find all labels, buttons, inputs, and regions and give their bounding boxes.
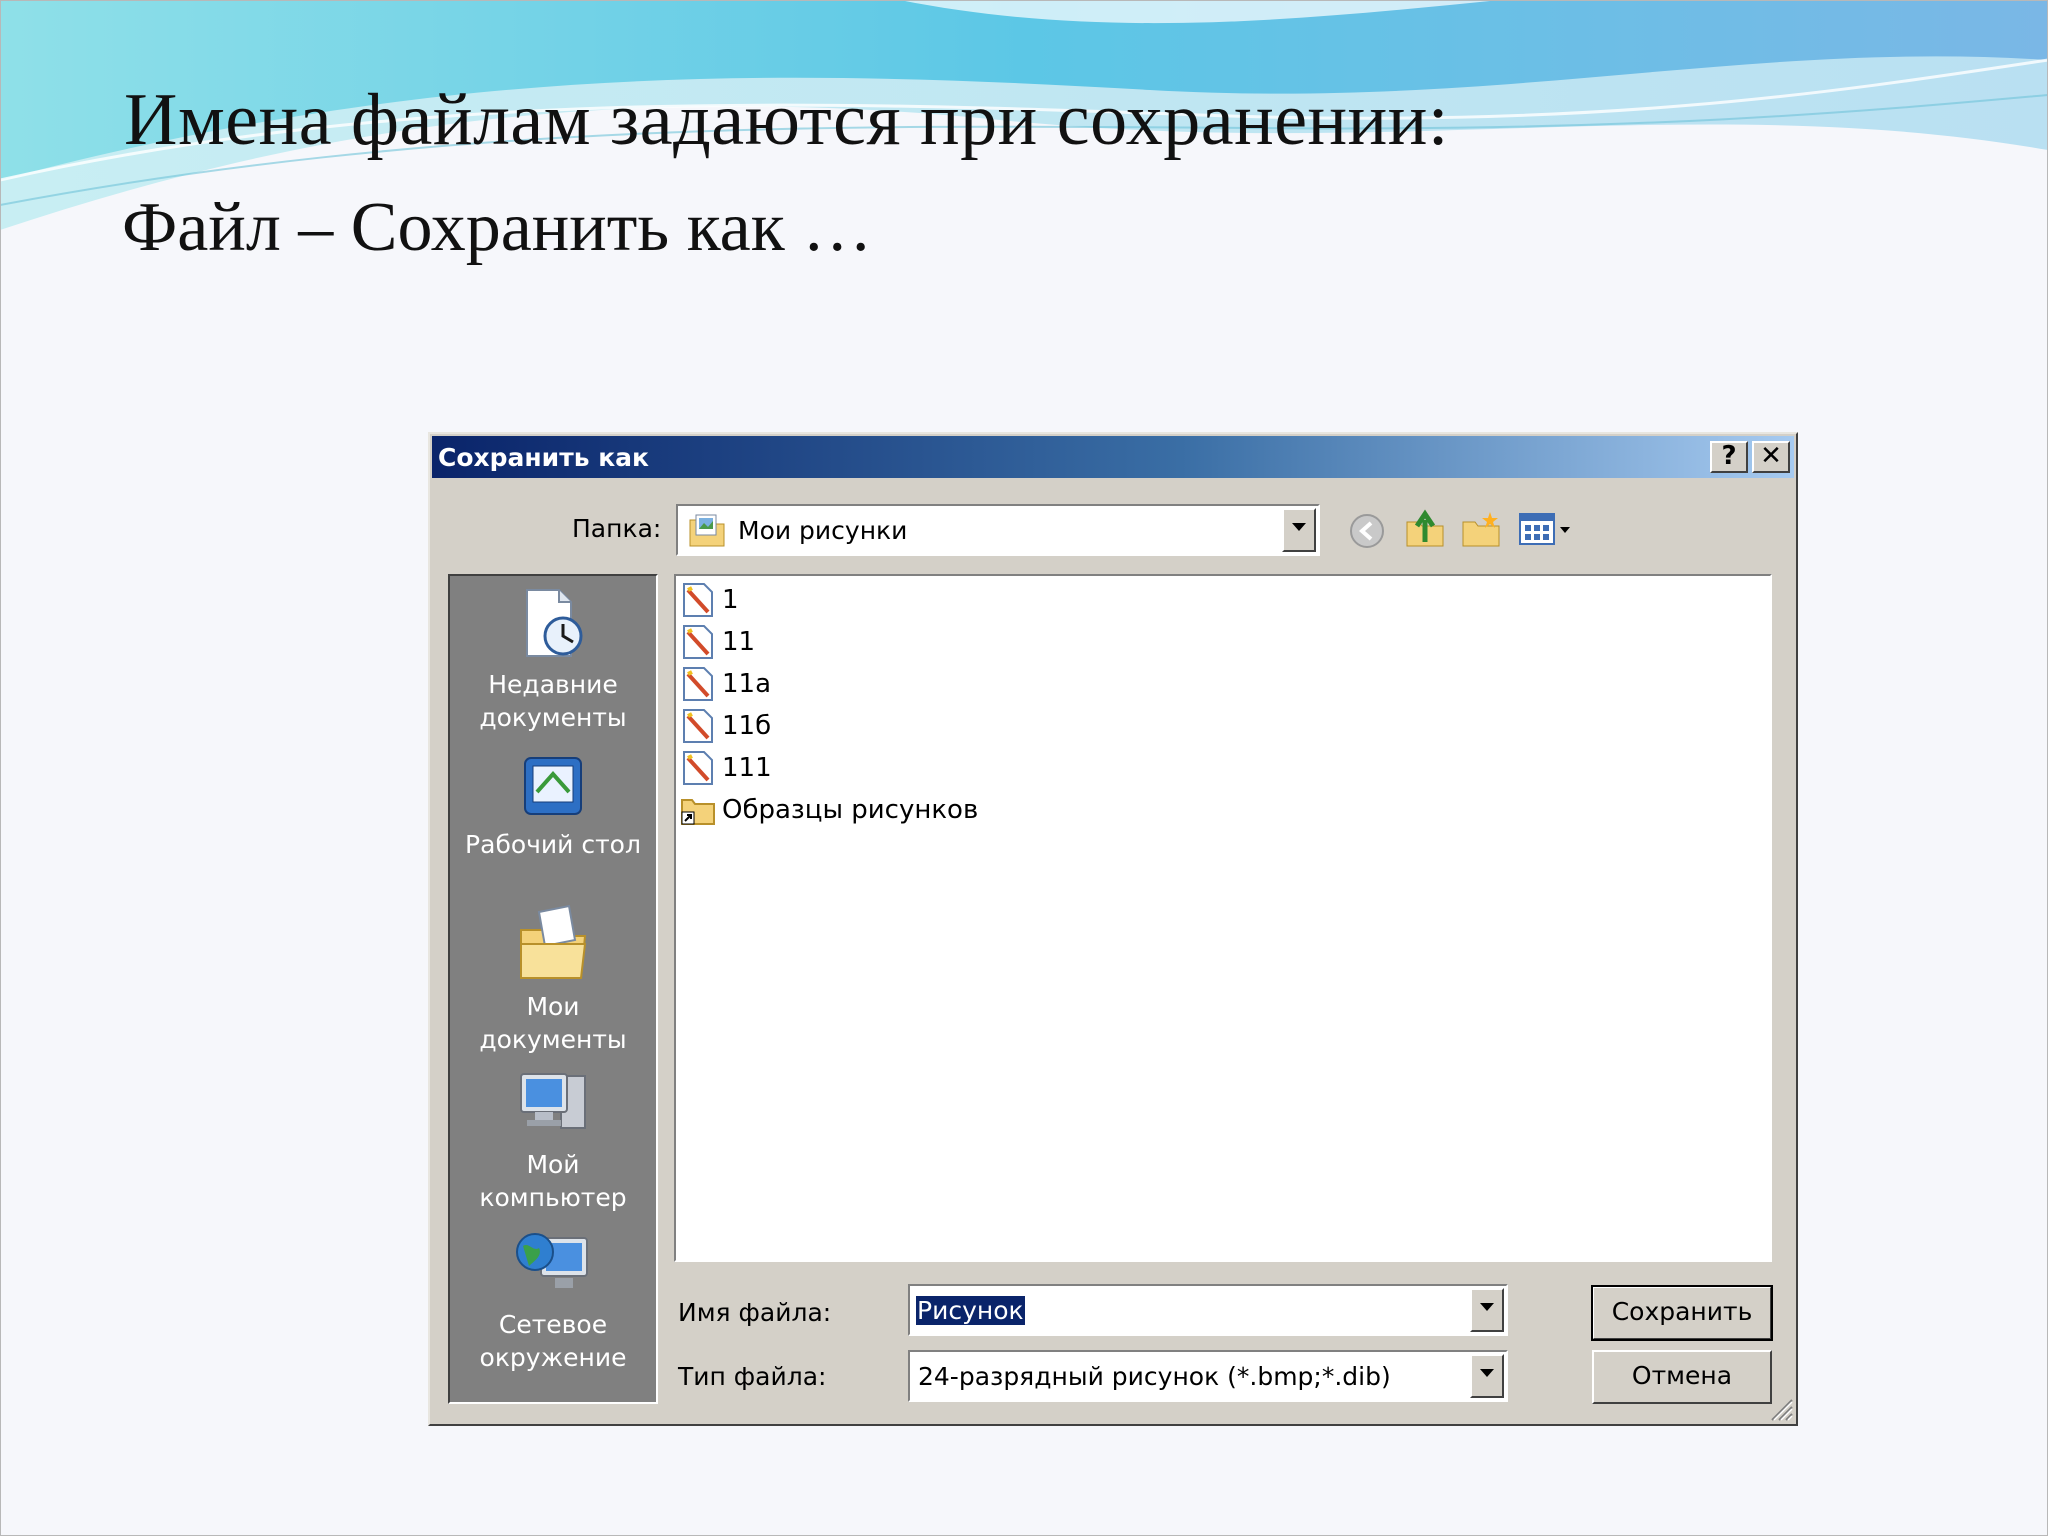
file-name: 11б bbox=[722, 711, 772, 741]
resize-grip-icon[interactable] bbox=[1768, 1396, 1794, 1422]
my-pictures-folder-icon bbox=[689, 514, 725, 547]
place-label: Недавние документы bbox=[479, 670, 627, 732]
place-label: Рабочий стол bbox=[465, 830, 641, 859]
place-network[interactable]: Сетевое окружение bbox=[450, 1226, 656, 1374]
place-label: Мои документы bbox=[479, 992, 627, 1054]
place-label: Мой компьютер bbox=[479, 1150, 627, 1212]
filename-input[interactable]: Рисунок bbox=[908, 1284, 1508, 1336]
help-button[interactable]: ? bbox=[1710, 441, 1748, 473]
filename-label: Имя файла: bbox=[678, 1298, 832, 1327]
file-item[interactable]: 111 bbox=[680, 748, 772, 788]
bitmap-file-icon bbox=[683, 751, 713, 785]
filename-value: Рисунок bbox=[916, 1296, 1025, 1325]
dialog-titlebar[interactable]: Сохранить как ? ✕ bbox=[432, 436, 1794, 478]
save-as-dialog: Сохранить как ? ✕ Папка: Мои рисунки Нед… bbox=[428, 432, 1798, 1426]
file-name: 11 bbox=[722, 627, 756, 657]
file-name: Образцы рисунков bbox=[722, 795, 979, 825]
close-button[interactable]: ✕ bbox=[1752, 441, 1790, 473]
folder-item[interactable]: Образцы рисунков bbox=[680, 790, 978, 830]
up-folder-icon[interactable] bbox=[1404, 508, 1446, 550]
recent-documents-icon bbox=[526, 589, 583, 657]
filename-dropdown-arrow[interactable] bbox=[1470, 1288, 1504, 1332]
filetype-dropdown-arrow[interactable] bbox=[1470, 1354, 1504, 1398]
file-name: 111 bbox=[722, 753, 772, 783]
folder-dropdown-arrow[interactable] bbox=[1282, 508, 1316, 552]
file-list[interactable]: 1 11 11a 11б 111 Образцы рисунков bbox=[674, 574, 1772, 1262]
file-item[interactable]: 11a bbox=[680, 664, 771, 704]
network-icon bbox=[516, 1233, 588, 1288]
my-documents-icon bbox=[520, 904, 587, 979]
bitmap-file-icon bbox=[683, 709, 713, 743]
back-icon[interactable] bbox=[1348, 512, 1386, 550]
filetype-value: 24-разрядный рисунок (*.bmp;*.dib) bbox=[918, 1362, 1391, 1391]
view-menu-icon[interactable] bbox=[1518, 512, 1578, 548]
cancel-button[interactable]: Отмена bbox=[1592, 1350, 1772, 1404]
file-item[interactable]: 11 bbox=[680, 622, 755, 662]
place-recent-documents[interactable]: Недавние документы bbox=[450, 586, 656, 734]
folder-label: Папка: bbox=[572, 514, 662, 543]
folder-dropdown[interactable]: Мои рисунки bbox=[676, 504, 1320, 556]
slide-title: Имена файлам задаются при сохранении: bbox=[124, 79, 1449, 161]
folder-value: Мои рисунки bbox=[738, 516, 908, 545]
file-name: 11a bbox=[722, 669, 772, 699]
file-item[interactable]: 11б bbox=[680, 706, 771, 746]
bitmap-file-icon bbox=[683, 625, 713, 659]
place-label: Сетевое окружение bbox=[479, 1310, 627, 1372]
my-computer-icon bbox=[520, 1073, 586, 1129]
folder-shortcut-icon bbox=[681, 799, 715, 825]
desktop-icon bbox=[524, 757, 582, 815]
save-button[interactable]: Сохранить bbox=[1591, 1285, 1773, 1341]
filetype-label: Тип файла: bbox=[678, 1362, 827, 1391]
place-my-computer[interactable]: Мой компьютер bbox=[450, 1068, 656, 1214]
place-my-documents[interactable]: Мои документы bbox=[450, 904, 656, 1056]
bitmap-file-icon bbox=[683, 583, 713, 617]
file-item[interactable]: 1 bbox=[680, 580, 739, 620]
dialog-title: Сохранить как bbox=[438, 443, 650, 472]
new-folder-icon[interactable] bbox=[1460, 510, 1502, 550]
file-name: 1 bbox=[722, 585, 739, 615]
place-desktop[interactable]: Рабочий стол bbox=[450, 752, 656, 861]
slide-subtitle: Файл – Сохранить как … bbox=[122, 189, 873, 266]
places-bar: Недавние документы Рабочий стол Мои доку… bbox=[448, 574, 658, 1404]
bitmap-file-icon bbox=[683, 667, 713, 701]
filetype-dropdown[interactable]: 24-разрядный рисунок (*.bmp;*.dib) bbox=[908, 1350, 1508, 1402]
